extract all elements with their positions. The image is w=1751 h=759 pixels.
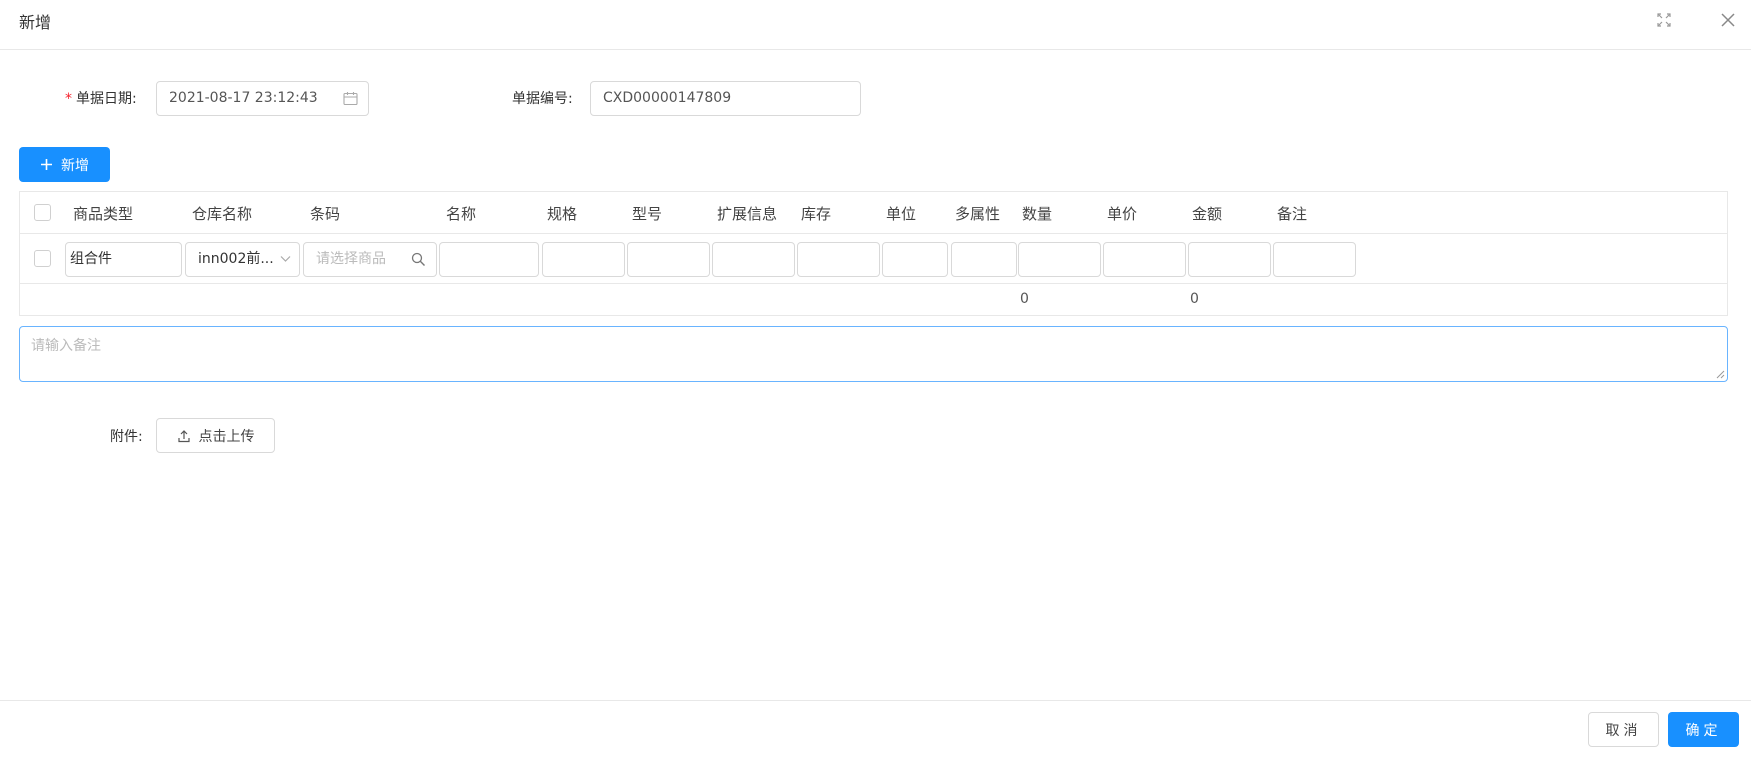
date-picker-input[interactable]: 2021-08-17 23:12:43 [156, 81, 369, 116]
dialog-title: 新增 [19, 13, 52, 32]
search-icon[interactable] [411, 252, 426, 267]
unit-price-input[interactable] [1103, 242, 1186, 277]
barcode-input[interactable]: 请选择商品 [303, 242, 437, 277]
amount-total: 0 [1190, 291, 1199, 307]
cancel-button[interactable]: 取消 [1588, 712, 1659, 747]
table-summary-row: 0 0 [20, 284, 1727, 317]
calendar-icon [343, 92, 358, 106]
resize-grip-icon[interactable] [1716, 370, 1725, 379]
upload-button[interactable]: 点击上传 [156, 418, 275, 453]
add-dialog: 新增 * 单据日期: 2021-08-17 23:12:43 单据编号: CXD0… [0, 0, 1751, 759]
extra-info-input[interactable] [712, 242, 795, 277]
add-row-label: 新增 [61, 157, 89, 174]
col-stock: 库存 [801, 205, 832, 223]
chevron-down-icon [280, 256, 291, 262]
name-input[interactable] [439, 242, 539, 277]
add-row-button[interactable]: 新增 [19, 147, 110, 182]
plus-icon [41, 159, 52, 170]
col-extra-info: 扩展信息 [717, 205, 778, 223]
upload-label: 点击上传 [198, 428, 255, 445]
col-barcode: 条码 [310, 205, 341, 223]
col-product-type: 商品类型 [73, 205, 134, 223]
required-mark: * [65, 91, 72, 107]
dialog-footer: 取消 确定 [0, 700, 1751, 759]
col-quantity: 数量 [1022, 205, 1053, 223]
remark-placeholder: 请输入备注 [31, 338, 101, 354]
table-row: 组合件 inn002前... 请选择商品 [20, 234, 1727, 284]
quantity-total: 0 [1020, 291, 1029, 307]
code-label: 单据编号: [512, 91, 573, 107]
code-value: CXD00000147809 [603, 90, 732, 106]
col-name: 名称 [446, 205, 477, 223]
unit-input[interactable] [882, 242, 948, 277]
warehouse-select[interactable]: inn002前... [185, 242, 300, 277]
col-multi-attr: 多属性 [955, 205, 1001, 223]
date-label: * 单据日期: [65, 91, 137, 107]
stock-input[interactable] [797, 242, 880, 277]
code-input[interactable]: CXD00000147809 [590, 81, 861, 116]
select-all-checkbox[interactable] [34, 204, 51, 221]
model-input[interactable] [627, 242, 710, 277]
col-model: 型号 [632, 205, 663, 223]
date-value: 2021-08-17 23:12:43 [169, 90, 318, 106]
col-amount: 金额 [1192, 205, 1223, 223]
col-unit: 单位 [886, 205, 917, 223]
quantity-input[interactable] [1018, 242, 1101, 277]
fullscreen-icon[interactable] [1656, 12, 1672, 28]
row-checkbox[interactable] [34, 250, 51, 267]
attachment-label: 附件: [110, 429, 143, 445]
multi-attr-input[interactable] [951, 242, 1017, 277]
remark-textarea[interactable]: 请输入备注 [19, 326, 1728, 382]
col-unit-price: 单价 [1107, 205, 1138, 223]
upload-icon [177, 429, 190, 442]
product-type-input[interactable]: 组合件 [65, 242, 182, 277]
remark-cell-input[interactable] [1273, 242, 1356, 277]
spec-input[interactable] [542, 242, 625, 277]
col-warehouse: 仓库名称 [192, 205, 253, 223]
ok-button[interactable]: 确定 [1668, 712, 1739, 747]
col-remark: 备注 [1277, 205, 1308, 223]
dialog-header: 新增 [0, 0, 1751, 50]
col-spec: 规格 [547, 205, 578, 223]
table-header: 商品类型 仓库名称 条码 名称 规格 型号 扩展信息 库存 单位 多属性 数量 … [20, 192, 1727, 234]
amount-input[interactable] [1188, 242, 1271, 277]
close-icon[interactable] [1716, 8, 1740, 32]
items-table: 商品类型 仓库名称 条码 名称 规格 型号 扩展信息 库存 单位 多属性 数量 … [19, 191, 1728, 316]
